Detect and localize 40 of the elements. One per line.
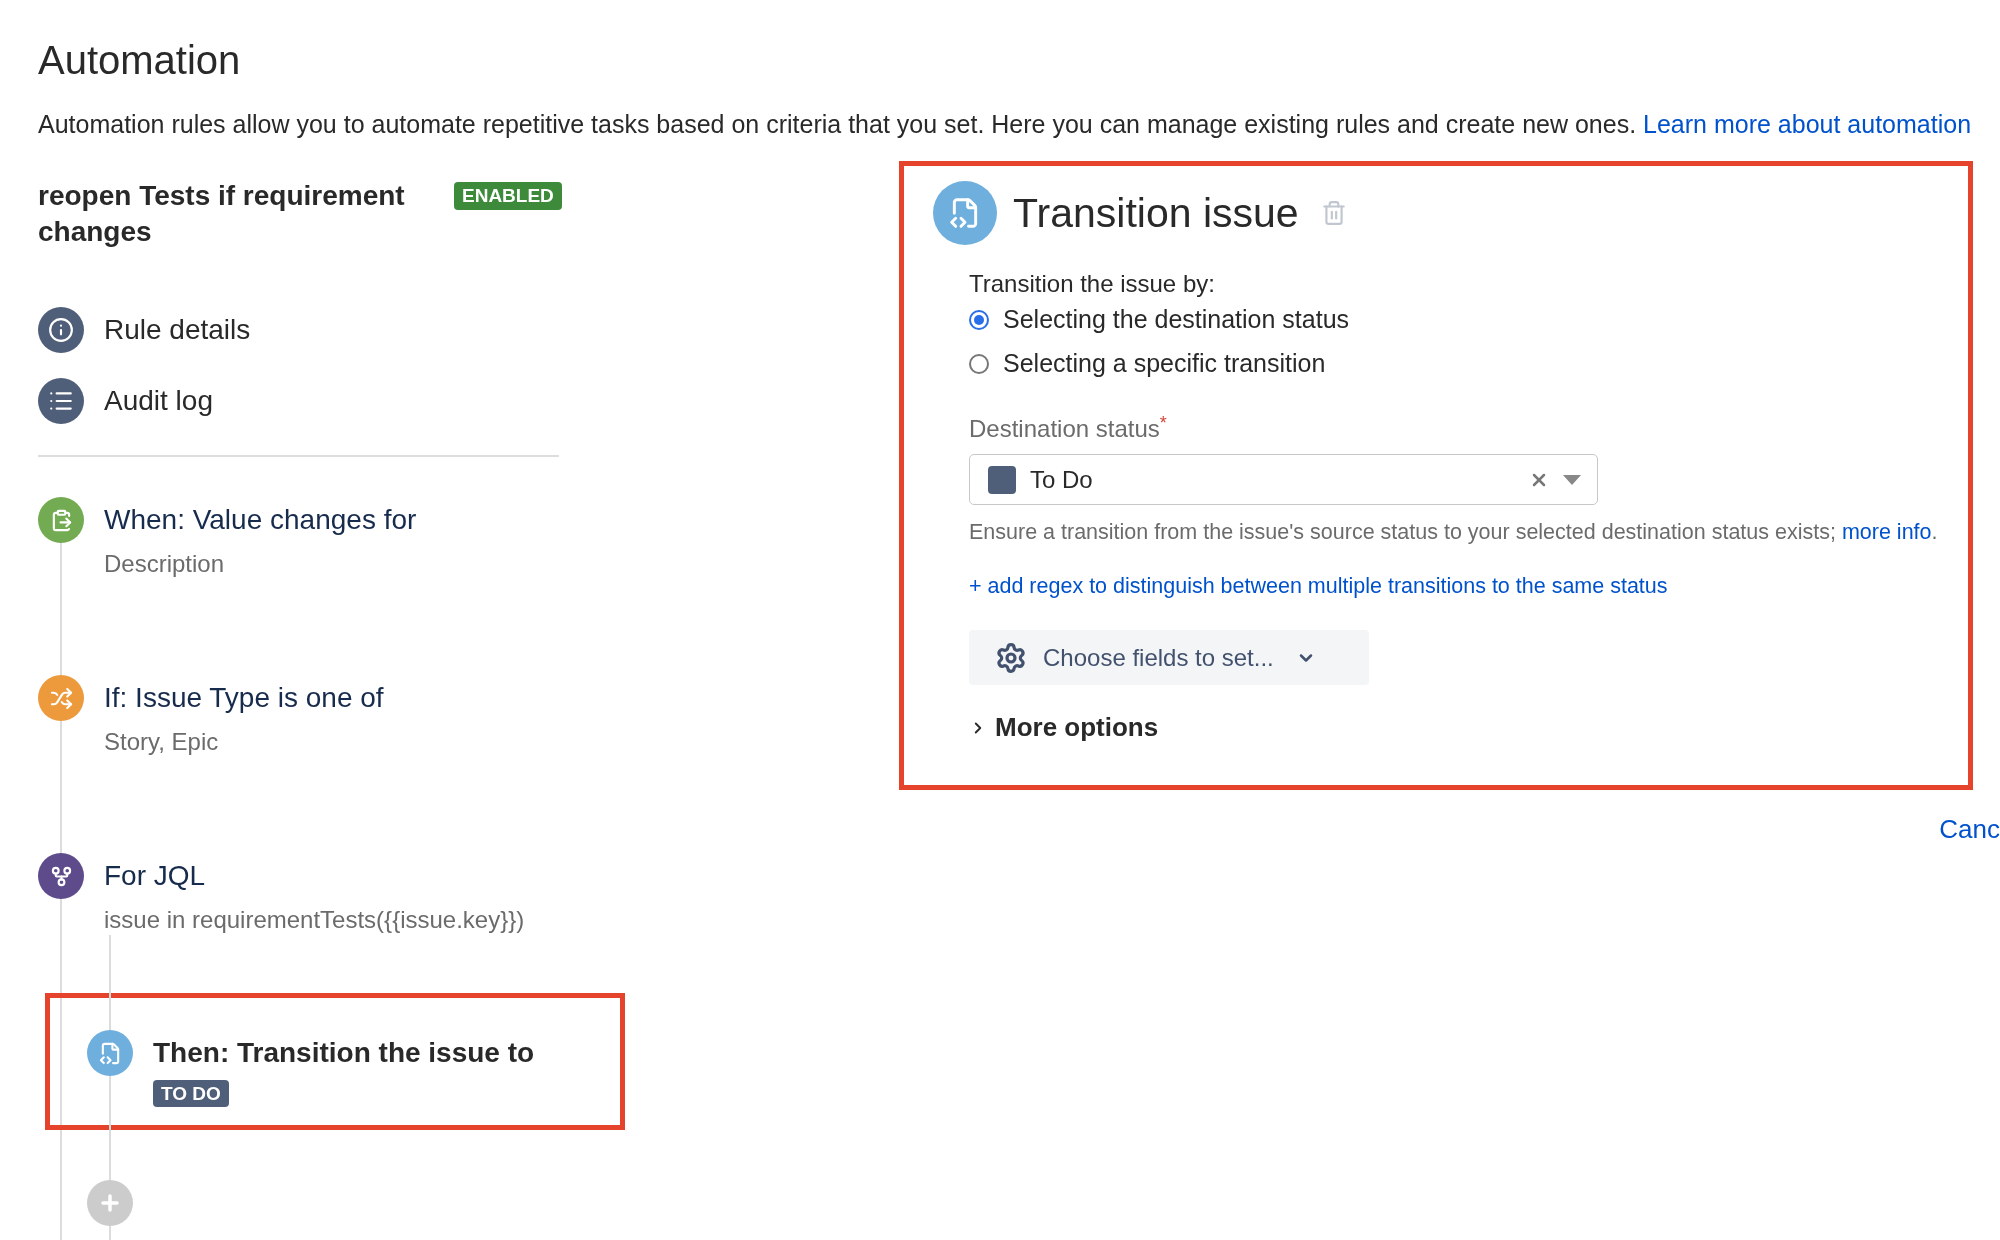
caret-icon[interactable] bbox=[1563, 474, 1581, 485]
step-title[interactable]: If: Issue Type is one of bbox=[104, 675, 384, 721]
file-code-icon bbox=[87, 1030, 133, 1076]
editor-title: Transition issue bbox=[1013, 189, 1299, 238]
radio-label[interactable]: Selecting a specific transition bbox=[1003, 345, 1326, 383]
step-detail: Story, Epic bbox=[104, 727, 220, 757]
step-title[interactable]: Then: Transition the issue to bbox=[153, 1030, 535, 1076]
select-value: To Do bbox=[1030, 464, 1093, 495]
info-icon bbox=[38, 307, 84, 353]
page-description: Automation rules allow you to automate repetitive tasks based on criteria that you set. Here you can manage existing rules and create new ones. Learn more about automation bbox=[38, 109, 1973, 139]
radio-button[interactable] bbox=[969, 354, 989, 374]
step-title[interactable]: When: Value changes for bbox=[104, 497, 417, 543]
settings-icon bbox=[995, 641, 1027, 674]
radio-button[interactable] bbox=[969, 310, 989, 330]
more-options-toggle[interactable]: More options bbox=[969, 708, 1159, 747]
shuffle-icon bbox=[38, 675, 84, 721]
step-highlight-box[interactable]: Then: Transition the issue to TO DO bbox=[45, 993, 625, 1130]
more-info-link[interactable]: more info bbox=[1841, 520, 1932, 544]
step-detail: issue in requirementTests({{issue.key}}) bbox=[104, 905, 525, 935]
step-title[interactable]: For JQL bbox=[104, 853, 525, 899]
radio-label[interactable]: Selecting the destination status bbox=[1003, 301, 1350, 339]
status-badge: ENABLED bbox=[454, 182, 562, 210]
required-mark: * bbox=[1159, 414, 1167, 432]
choose-fields-button[interactable]: Choose fields to set... bbox=[969, 630, 1369, 685]
branch-icon bbox=[38, 853, 84, 899]
nav-link[interactable]: Audit log bbox=[104, 380, 213, 422]
nav-link[interactable]: Rule details bbox=[104, 309, 251, 351]
field-label: Destination status bbox=[969, 414, 1160, 444]
list-icon bbox=[38, 378, 84, 424]
status-badge: TO DO bbox=[153, 1080, 229, 1107]
status-select[interactable]: To Do bbox=[969, 454, 1598, 505]
plus-icon bbox=[98, 1191, 122, 1215]
step-detail: Description bbox=[104, 549, 226, 579]
field-label: Transition the issue by: bbox=[969, 270, 1216, 298]
help-text: Ensure a transition from the issue's source status to your selected destination status exists; more info. bbox=[969, 519, 1939, 546]
page-title: Automation bbox=[38, 37, 242, 84]
rule-name: reopen Tests if requirement changes bbox=[38, 179, 406, 249]
cancel-link[interactable]: Canc bbox=[1939, 810, 2000, 849]
learn-more-link[interactable]: Learn more about automation bbox=[1643, 110, 1972, 138]
add-regex-link[interactable]: + add regex to distinguish between multiple transitions to the same status bbox=[969, 571, 1968, 601]
